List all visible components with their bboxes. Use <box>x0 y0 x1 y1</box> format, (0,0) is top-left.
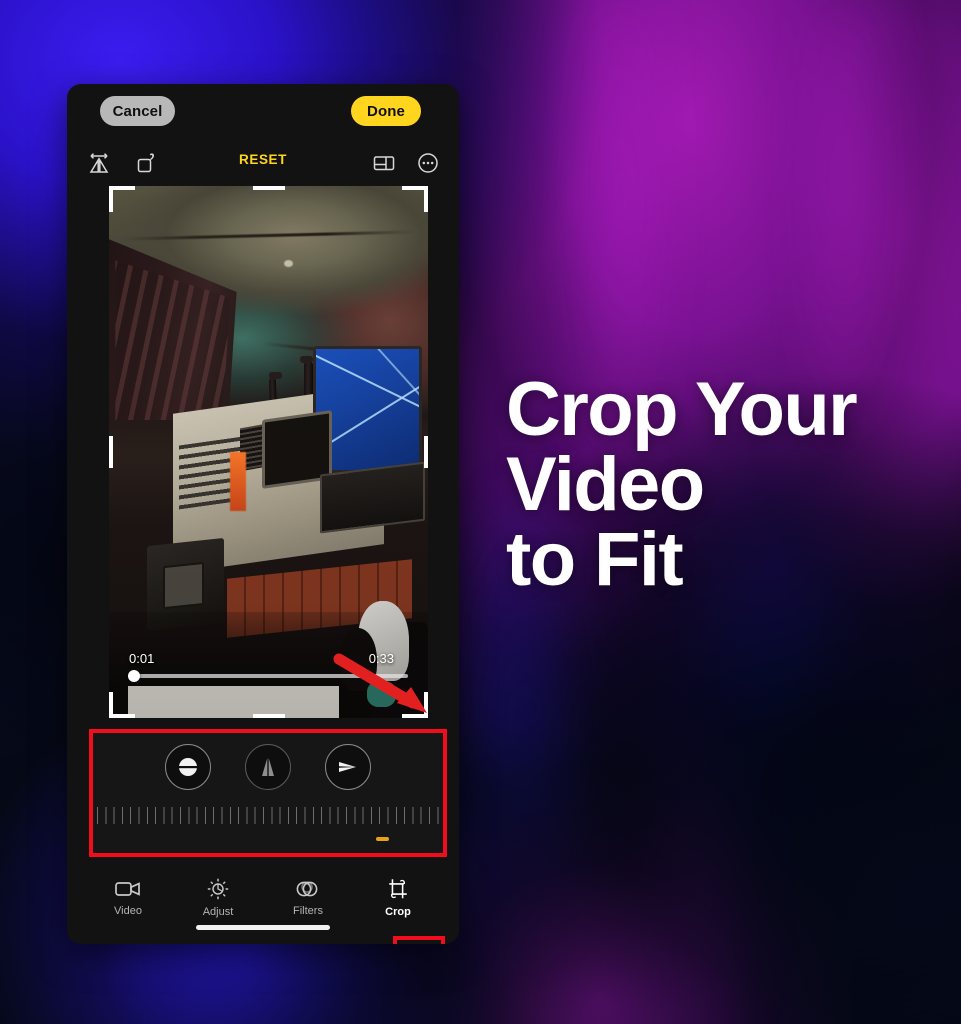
scrubber-knob[interactable] <box>128 670 140 682</box>
headline-line-2: Video <box>506 442 705 528</box>
current-time-label: 0:01 <box>129 651 155 666</box>
crop-handle-middle-top[interactable] <box>252 186 285 190</box>
tab-crop[interactable]: Crop <box>367 877 429 918</box>
crop-handle-middle-bottom[interactable] <box>252 714 285 718</box>
crop-handle-middle-right[interactable] <box>424 436 428 468</box>
crop-handle-bottom-right-v[interactable] <box>424 692 428 718</box>
editor-tool-row: RESET <box>67 146 459 188</box>
tab-adjust-label: Adjust <box>202 905 234 918</box>
crop-handle-bottom-left-v[interactable] <box>109 692 113 718</box>
more-options-icon[interactable] <box>411 146 445 180</box>
headline-text: Crop Your Video to Fit <box>506 367 936 603</box>
editor-top-bar: Cancel Done <box>67 84 459 146</box>
done-button[interactable]: Done <box>351 96 421 126</box>
vertical-perspective-button[interactable] <box>245 744 291 790</box>
horizontal-perspective-button[interactable] <box>325 744 371 790</box>
tab-adjust[interactable]: Adjust <box>187 877 249 918</box>
tab-video-label: Video <box>114 904 142 917</box>
tab-filters[interactable]: Filters <box>277 878 339 917</box>
crop-stage[interactable]: 0:01 0:33 <box>109 186 428 718</box>
headline-line-1: Crop Your <box>506 367 858 452</box>
crop-tab-highlight-box <box>393 936 445 944</box>
scrubber-track[interactable] <box>128 670 408 682</box>
straighten-button[interactable] <box>165 744 211 790</box>
editor-tab-bar: Video Adjust Filters Crop <box>67 867 459 927</box>
home-indicator <box>196 925 330 930</box>
scrubber-times: 0:01 0:33 <box>129 651 408 669</box>
cancel-button[interactable]: Cancel <box>100 96 175 126</box>
rotation-ruler[interactable] <box>93 795 443 841</box>
crop-handle-top-right-v[interactable] <box>424 186 428 212</box>
video-preview[interactable]: 0:01 0:33 <box>109 186 428 718</box>
perspective-buttons-row <box>93 733 443 795</box>
ruler-marker <box>376 837 389 841</box>
crop-handle-middle-left[interactable] <box>109 436 113 468</box>
tab-crop-label: Crop <box>385 905 411 918</box>
ruler-ticks <box>97 807 439 824</box>
tab-video[interactable]: Video <box>97 878 159 917</box>
crop-handle-top-left-v[interactable] <box>109 186 113 212</box>
headline-line-3: to Fit <box>506 517 684 603</box>
crop-adjust-panel <box>89 729 447 857</box>
tab-filters-label: Filters <box>293 904 323 917</box>
phone-screenshot: Cancel Done RESET 0:01 0:33 Video Adjust… <box>67 84 459 944</box>
aspect-ratio-icon[interactable] <box>367 146 401 180</box>
scene-tint <box>109 186 428 718</box>
total-time-label: 0:33 <box>368 651 394 666</box>
video-scrubber[interactable]: 0:01 0:33 <box>128 651 408 682</box>
